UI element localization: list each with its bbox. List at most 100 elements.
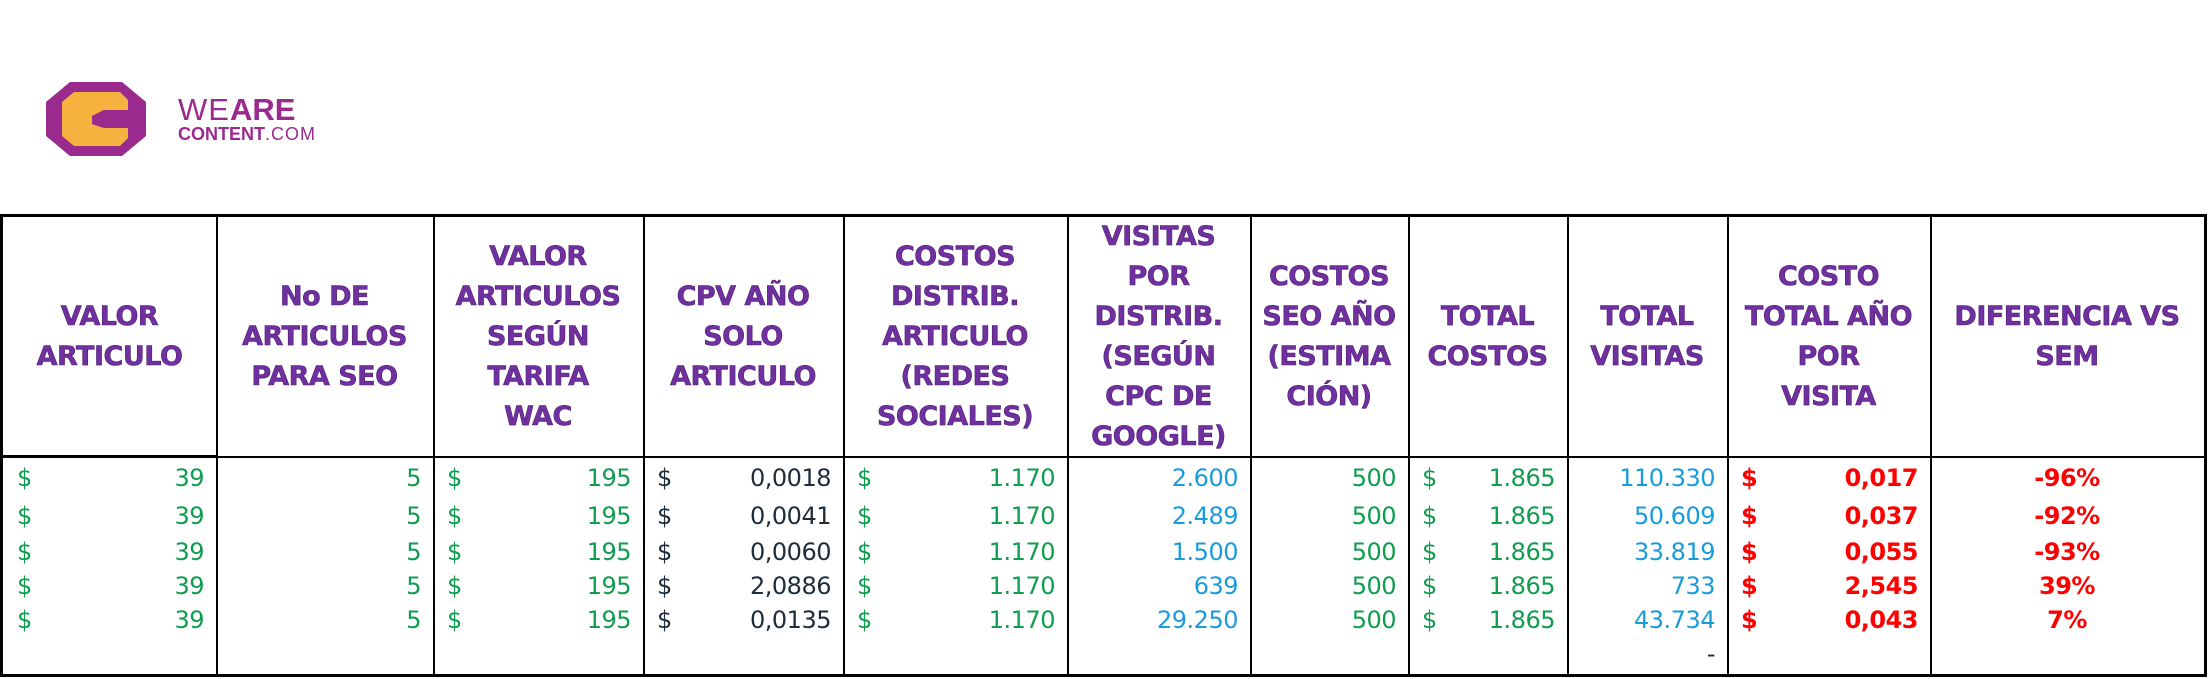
cell-costo-total-por-visita: $0,037 [1727, 499, 1930, 533]
cell-value: 0,0060 [750, 538, 831, 566]
cell-value: 1.865 [1488, 606, 1556, 634]
cell-value: 500 [1351, 502, 1397, 530]
currency-symbol: $ [447, 464, 462, 492]
logo-we: WE [178, 92, 230, 127]
cell-value: 733 [1670, 572, 1716, 600]
currency-symbol: $ [17, 538, 32, 566]
cell-value: 2.489 [1171, 502, 1239, 530]
cell-value: 5 [406, 572, 421, 600]
header-costos-seo-ano: COSTOS SEO AÑO (ESTIMA CIÓN) [1250, 217, 1408, 456]
cell-visitas-distrib: 2.489 [1067, 499, 1250, 533]
logo-dotcom: .COM [265, 124, 316, 144]
cell-visitas-distrib: 639 [1067, 569, 1250, 603]
cell-total-visitas: 33.819 [1567, 535, 1727, 569]
cell-value: 2.600 [1171, 464, 1239, 492]
header-label: VISITAS POR DISTRIB. (SEGÚN CPC DE GOOGL… [1091, 220, 1227, 452]
cell-value: 195 [586, 538, 632, 566]
header-cpv-ano: CPV AÑO SOLO ARTICULO [643, 217, 843, 456]
cell-cpv-ano: $0,0135 [643, 603, 843, 637]
currency-symbol: $ [1741, 606, 1758, 634]
cell-costos-distrib: $1.170 [843, 569, 1067, 603]
currency-symbol: $ [1422, 606, 1437, 634]
header-label: DIFERENCIA VS SEM [1954, 300, 2180, 372]
cell-value: 39 [174, 606, 204, 634]
footer-value: - [1706, 640, 1716, 668]
cell-value: 2,0886 [750, 572, 831, 600]
cell-costos-seo-ano: 500 [1250, 535, 1408, 569]
currency-symbol: $ [447, 538, 462, 566]
cell-value: 1.865 [1488, 502, 1556, 530]
hexagon-c-logo-icon [46, 82, 146, 156]
header-diferencia-vs-sem: DIFERENCIA VS SEM [1930, 217, 2204, 456]
cell-value: 39% [2039, 572, 2095, 600]
header-label: COSTOS DISTRIB. ARTICULO (REDES SOCIALES… [876, 240, 1034, 432]
currency-symbol: $ [17, 606, 32, 634]
cell-total-visitas: 110.330 [1567, 461, 1727, 495]
header-label: VALOR ARTICULOS SEGÚN TARIFA WAC [455, 240, 621, 432]
cell-value: 1.500 [1171, 538, 1239, 566]
header-label: COSTOS SEO AÑO (ESTIMA CIÓN) [1262, 260, 1396, 412]
cell-value: 1.865 [1488, 464, 1556, 492]
cell-costos-seo-ano: 500 [1250, 569, 1408, 603]
currency-symbol: $ [857, 502, 872, 530]
header-label: TOTAL VISITAS [1590, 300, 1705, 372]
header-label: TOTAL COSTOS [1427, 300, 1548, 372]
currency-symbol: $ [857, 538, 872, 566]
cell-value: 500 [1351, 464, 1397, 492]
cell-cpv-ano: $0,0018 [643, 461, 843, 495]
header-total-visitas: TOTAL VISITAS [1567, 217, 1727, 456]
cell-value: -92% [2034, 502, 2100, 530]
cell-costo-total-por-visita: $2,545 [1727, 569, 1930, 603]
currency-symbol: $ [17, 502, 32, 530]
cell-total-costos: $1.865 [1408, 461, 1567, 495]
cell-total-costos: $1.865 [1408, 603, 1567, 637]
cell-valor-articulos-wac: $195 [433, 603, 643, 637]
cell-diferencia-vs-sem: 39% [1930, 569, 2204, 603]
header-valor-articulo: VALOR ARTICULO [3, 217, 216, 456]
currency-symbol: $ [657, 538, 672, 566]
cell-valor-articulo: $39 [3, 461, 216, 495]
currency-symbol: $ [1741, 502, 1758, 530]
currency-symbol: $ [447, 502, 462, 530]
cell-valor-articulos-wac: $195 [433, 535, 643, 569]
cell-diferencia-vs-sem: 7% [1930, 603, 2204, 637]
cell-value: 195 [586, 502, 632, 530]
header-visitas-distrib: VISITAS POR DISTRIB. (SEGÚN CPC DE GOOGL… [1067, 217, 1250, 456]
cell-value: 50.609 [1634, 502, 1715, 530]
header-valor-articulos-wac: VALOR ARTICULOS SEGÚN TARIFA WAC [433, 217, 643, 456]
cell-valor-articulo: $39 [3, 569, 216, 603]
currency-symbol: $ [1741, 572, 1758, 600]
currency-symbol: $ [447, 572, 462, 600]
cell-value: 0,037 [1844, 502, 1919, 530]
cell-value: 500 [1351, 538, 1397, 566]
seo-cost-table: VALOR ARTICULO No DE ARTICULOS PARA SEO VA… [0, 214, 2207, 677]
header-label: CPV AÑO SOLO ARTICULO [670, 280, 817, 392]
currency-symbol: $ [17, 464, 32, 492]
cell-value: 1.170 [988, 464, 1056, 492]
currency-symbol: $ [447, 606, 462, 634]
cell-value: 5 [406, 502, 421, 530]
currency-symbol: $ [1422, 538, 1437, 566]
currency-symbol: $ [857, 606, 872, 634]
cell-value: 7% [2047, 606, 2087, 634]
cell-value: 0,0018 [750, 464, 831, 492]
cell-value: 110.330 [1619, 464, 1715, 492]
cell-value: 5 [406, 538, 421, 566]
currency-symbol: $ [17, 572, 32, 600]
currency-symbol: $ [1422, 502, 1437, 530]
cell-value: 1.865 [1488, 538, 1556, 566]
cell-value: -93% [2034, 538, 2100, 566]
cell-total-visitas: 733 [1567, 569, 1727, 603]
cell-value: 39 [174, 464, 204, 492]
cell-value: 1.170 [988, 572, 1056, 600]
cell-visitas-distrib: 1.500 [1067, 535, 1250, 569]
cell-valor-articulo: $39 [3, 499, 216, 533]
cell-no-articulos-seo: 5 [216, 535, 433, 569]
cell-costos-distrib: $1.170 [843, 535, 1067, 569]
header-label: VALOR ARTICULO [36, 300, 183, 372]
cell-value: 1.170 [988, 502, 1056, 530]
cell-value: 29.250 [1157, 606, 1238, 634]
cell-value: 0,055 [1844, 538, 1919, 566]
cell-value: 0,0135 [750, 606, 831, 634]
cell-costos-distrib: $1.170 [843, 603, 1067, 637]
